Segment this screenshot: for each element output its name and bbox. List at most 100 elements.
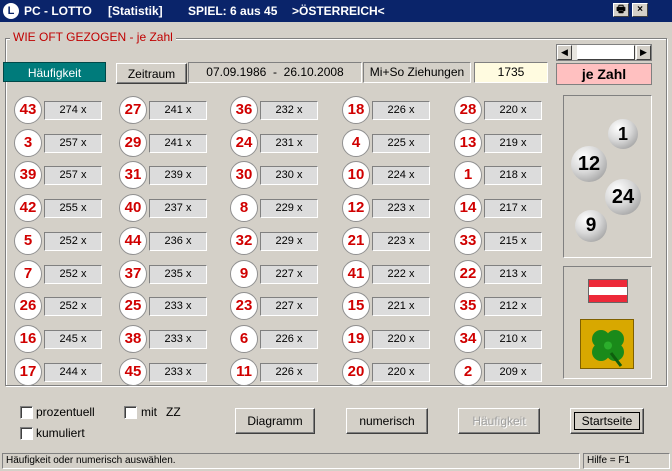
frequency-count: 230 x [260,166,318,185]
prozentuell-checkbox[interactable] [20,406,33,419]
kumuliert-checkbox[interactable] [20,427,33,440]
scroll-thumb[interactable] [577,45,635,60]
number-cell: 43 274 x [14,96,104,124]
austria-flag-icon [588,279,628,303]
number-ball: 36 [230,96,258,124]
number-cell: 23 227 x [230,292,320,320]
number-cell: 28 220 x [454,96,544,124]
mit-label: mit [141,405,157,419]
number-cell: 29 241 x [119,129,209,157]
frequency-count: 231 x [260,134,318,153]
frequency-count: 224 x [372,166,430,185]
diagramm-button[interactable]: Diagramm [235,408,315,434]
number-cell: 4 225 x [342,129,432,157]
number-ball: 4 [342,129,370,157]
app-logo-icon: L [3,3,19,19]
number-cell: 39 257 x [14,161,104,189]
frequency-count: 255 x [44,199,102,218]
number-cell: 30 230 x [230,161,320,189]
number-ball: 29 [119,129,147,157]
mode-scrollbar[interactable]: ◀ ▶ [556,44,652,61]
frequency-count: 227 x [260,297,318,316]
number-cell: 17 244 x [14,358,104,386]
number-cell: 3 257 x [14,129,104,157]
flag-stripe-bottom [589,294,627,302]
number-ball: 1 [454,161,482,189]
number-ball: 28 [454,96,482,124]
number-cell: 2 209 x [454,358,544,386]
number-ball: 12 [342,194,370,222]
draw-count-field: 1735 [474,62,548,83]
number-cell: 9 227 x [230,260,320,288]
frequency-count: 215 x [484,232,542,251]
number-cell: 12 223 x [342,194,432,222]
draw-days-field: Mi+So Ziehungen [363,62,471,83]
startseite-button[interactable]: Startseite [570,408,644,434]
logo-panel [563,266,652,379]
number-cell: 34 210 x [454,325,544,353]
close-button[interactable]: × [632,3,648,17]
lotto-ball: 1 [608,119,638,149]
number-ball: 34 [454,325,482,353]
number-ball: 43 [14,96,42,124]
haeufigkeit-button[interactable]: Häufigkeit [458,408,540,434]
number-ball: 45 [119,358,147,386]
number-cell: 10 224 x [342,161,432,189]
frequency-count: 241 x [149,101,207,120]
mode-label: Häufigkeit [3,62,106,82]
frequency-count: 227 x [260,265,318,284]
number-ball: 44 [119,227,147,255]
number-ball: 10 [342,161,370,189]
frequency-count: 244 x [44,363,102,382]
number-ball: 33 [454,227,482,255]
clover-icon [580,319,634,369]
number-cell: 35 212 x [454,292,544,320]
number-cell: 19 220 x [342,325,432,353]
number-cell: 33 215 x [454,227,544,255]
number-cell: 1 218 x [454,161,544,189]
print-icon[interactable]: 🖶 [613,3,629,17]
frequency-count: 226 x [372,101,430,120]
frequency-count: 229 x [260,199,318,218]
number-cell: 42 255 x [14,194,104,222]
group-caption: WIE OFT GEZOGEN - je Zahl [10,30,176,44]
number-cell: 26 252 x [14,292,104,320]
number-cell: 31 239 x [119,161,209,189]
frequency-count: 210 x [484,330,542,349]
frequency-count: 209 x [484,363,542,382]
status-bar: Häufigkeit oder numerisch auswählen. Hil… [0,451,672,471]
frequency-count: 241 x [149,134,207,153]
app-name: PC - LOTTO [24,4,92,18]
number-cell: 45 233 x [119,358,209,386]
je-zahl-label: je Zahl [556,63,652,85]
frequency-count: 252 x [44,297,102,316]
number-ball: 8 [230,194,258,222]
lotto-balls-panel: 1 12 24 9 [563,95,652,258]
number-cell: 44 236 x [119,227,209,255]
number-cell: 41 222 x [342,260,432,288]
frequency-count: 213 x [484,265,542,284]
number-ball: 16 [14,325,42,353]
number-cell: 38 233 x [119,325,209,353]
number-ball: 13 [454,129,482,157]
frequency-count: 218 x [484,166,542,185]
scroll-right-icon[interactable]: ▶ [636,45,651,60]
number-cell: 16 245 x [14,325,104,353]
number-cell: 15 221 x [342,292,432,320]
zeitraum-button[interactable]: Zeitraum [116,63,187,84]
frequency-count: 221 x [372,297,430,316]
number-ball: 11 [230,358,258,386]
date-range-field: 07.09.1986 - 26.10.2008 [188,62,362,83]
number-ball: 22 [454,260,482,288]
numerisch-button[interactable]: numerisch [346,408,428,434]
number-cell: 13 219 x [454,129,544,157]
frequency-count: 257 x [44,134,102,153]
number-cell: 36 232 x [230,96,320,124]
frequency-count: 217 x [484,199,542,218]
scroll-left-icon[interactable]: ◀ [557,45,572,60]
number-ball: 2 [454,358,482,386]
mit-zz-checkbox[interactable] [124,406,137,419]
number-cell: 11 226 x [230,358,320,386]
frequency-count: 252 x [44,265,102,284]
frequency-count: 225 x [372,134,430,153]
